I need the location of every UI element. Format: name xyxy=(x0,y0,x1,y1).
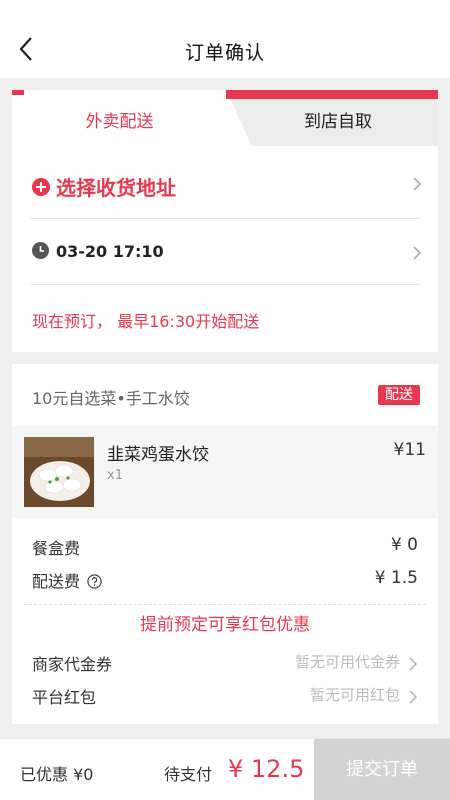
chevron-right-icon xyxy=(413,246,422,260)
checkout-bar: 已优惠 ¥0 待支付 ¥ 12.5 提交订单 xyxy=(0,738,450,800)
box-fee-label: 餐盒费 xyxy=(32,539,81,558)
tab-pickup[interactable]: 到店自取 xyxy=(224,90,438,146)
red-packet-value: 暂无可用红包 xyxy=(309,686,400,704)
voucher-row[interactable]: 商家代金券 暂无可用代金券 xyxy=(32,651,418,677)
delivery-badge: 配送 xyxy=(378,385,420,405)
chevron-right-icon xyxy=(409,690,418,704)
chevron-right-icon xyxy=(409,657,418,671)
dashed-divider xyxy=(24,604,426,605)
voucher-value: 暂无可用代金券 xyxy=(294,653,400,671)
select-address-label: 选择收货地址 xyxy=(56,176,176,200)
red-packet-row[interactable]: 平台红包 暂无可用红包 xyxy=(32,684,418,710)
promo-banner: 提前预定可享红包优惠 xyxy=(140,615,310,635)
shop-name: 10元自选菜•手工水饺 xyxy=(32,389,190,408)
submit-order-button[interactable]: 提交订单 xyxy=(314,739,450,800)
delivery-fee-value: ¥ 1.5 xyxy=(374,568,418,588)
item-name: 韭菜鸡蛋水饺 xyxy=(107,445,209,465)
item-price: ¥11 xyxy=(393,440,426,460)
divider xyxy=(30,284,420,285)
order-item: 韭菜鸡蛋水饺 x1 ¥11 xyxy=(12,426,438,518)
delivery-time: 03-20 17:10 xyxy=(56,242,164,261)
box-fee-value: ¥ 0 xyxy=(390,535,418,555)
red-packet-label: 平台红包 xyxy=(32,688,97,707)
select-address-row[interactable]: 选择收货地址 xyxy=(30,160,422,216)
discount-amount: 已优惠 ¥0 xyxy=(20,765,94,784)
tab-delivery[interactable]: 外卖配送 xyxy=(12,90,227,146)
booking-notice: 现在预订， 最早16:30开始配送 xyxy=(32,312,260,331)
delivery-time-row[interactable]: 03-20 17:10 xyxy=(30,230,422,276)
order-card: 10元自选菜•手工水饺 配送 韭菜鸡蛋水饺 x1 ¥11 餐盒费 ¥ 0 配送费… xyxy=(12,364,438,724)
clock-icon xyxy=(32,242,49,259)
to-pay-amount: ¥ 12.5 xyxy=(228,755,305,783)
dumpling-thumbnail xyxy=(24,437,94,507)
item-quantity: x1 xyxy=(107,468,123,483)
header: 订单确认 xyxy=(0,0,450,78)
box-fee-row: 餐盒费 ¥ 0 xyxy=(32,535,418,561)
plus-circle-icon xyxy=(32,178,50,196)
page-title: 订单确认 xyxy=(184,42,265,64)
delivery-fee-label: 配送费 xyxy=(32,572,81,591)
delivery-tabs: 外卖配送 到店自取 xyxy=(12,90,438,146)
delivery-fee-row: 配送费 ¥ 1.5 xyxy=(32,568,418,594)
voucher-label: 商家代金券 xyxy=(32,655,113,674)
delivery-fee-label-group: 配送费 xyxy=(32,568,102,592)
to-pay-label: 待支付 xyxy=(164,765,213,784)
divider xyxy=(30,218,420,219)
help-icon[interactable] xyxy=(87,574,102,589)
delivery-card: 外卖配送 到店自取 选择收货地址 03-20 17:10 现在预订， 最早16:… xyxy=(12,90,438,352)
chevron-right-icon xyxy=(413,177,422,191)
